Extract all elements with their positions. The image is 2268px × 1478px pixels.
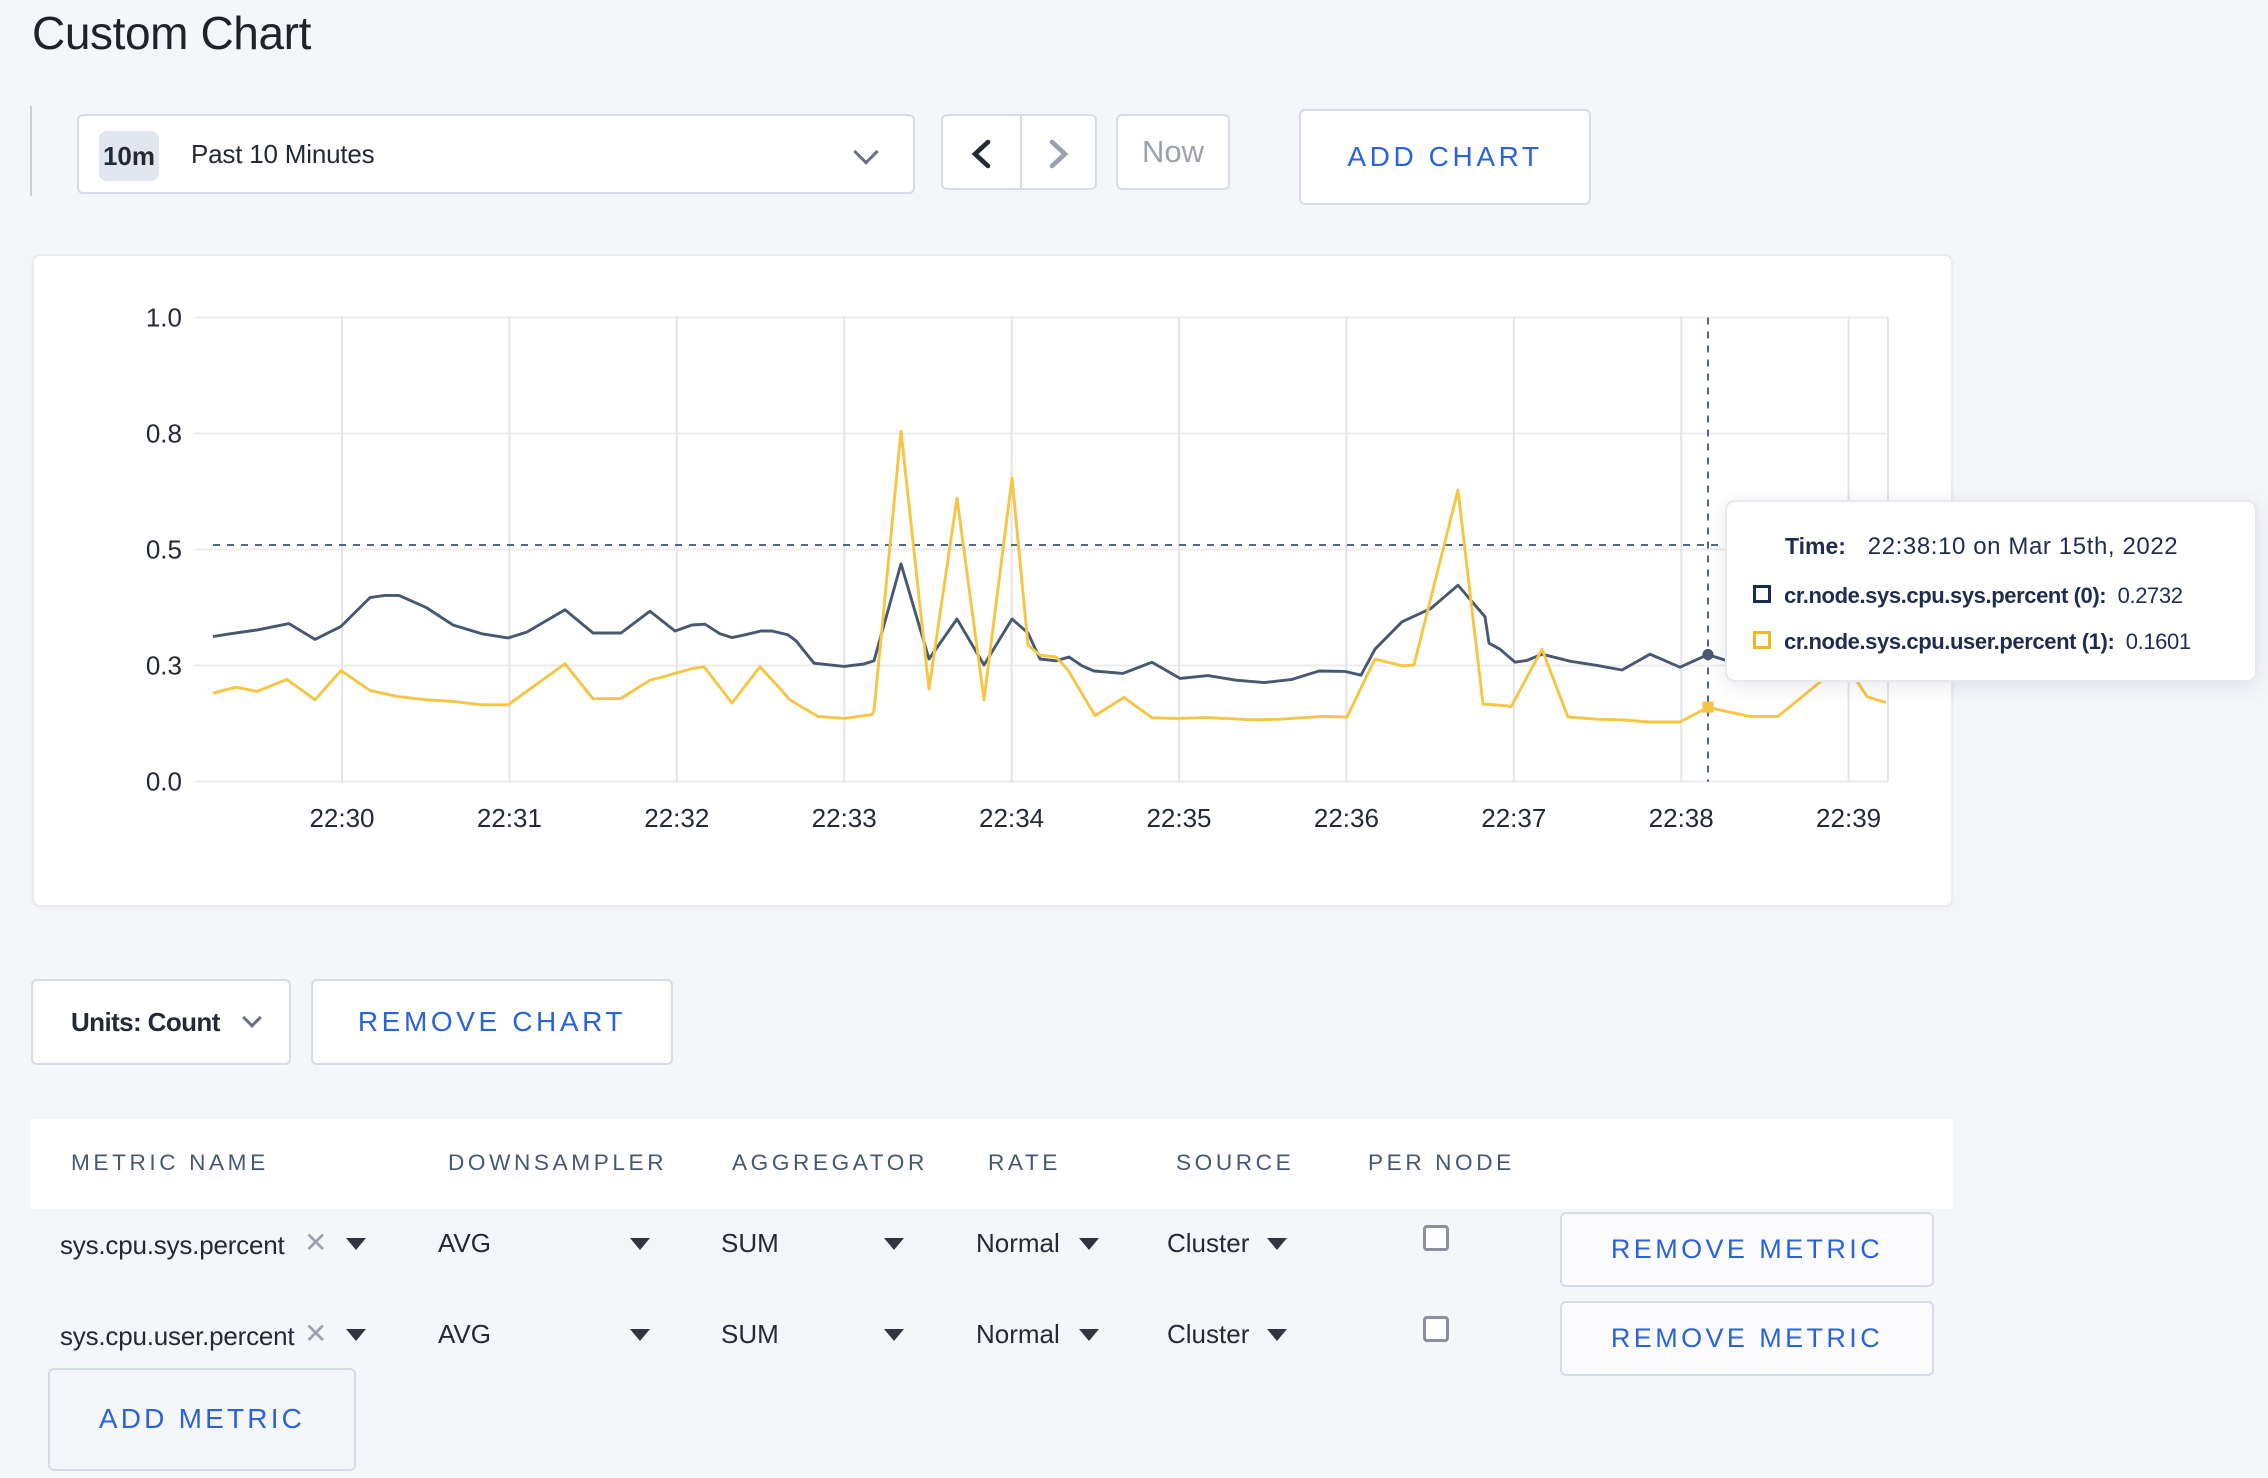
svg-text:1.0: 1.0: [146, 303, 182, 333]
svg-text:22:32: 22:32: [644, 803, 709, 833]
svg-text:22:30: 22:30: [309, 803, 374, 833]
svg-text:0.3: 0.3: [146, 651, 182, 681]
svg-text:22:35: 22:35: [1146, 803, 1211, 833]
svg-text:22:37: 22:37: [1481, 803, 1546, 833]
svg-text:0.5: 0.5: [146, 535, 182, 565]
svg-text:22:39: 22:39: [1816, 803, 1881, 833]
svg-text:22:36: 22:36: [1314, 803, 1379, 833]
svg-text:22:38: 22:38: [1649, 803, 1714, 833]
svg-text:22:33: 22:33: [812, 803, 877, 833]
svg-text:22:31: 22:31: [477, 803, 542, 833]
svg-text:0.0: 0.0: [146, 767, 182, 797]
svg-text:22:34: 22:34: [979, 803, 1044, 833]
svg-text:0.8: 0.8: [146, 419, 182, 449]
